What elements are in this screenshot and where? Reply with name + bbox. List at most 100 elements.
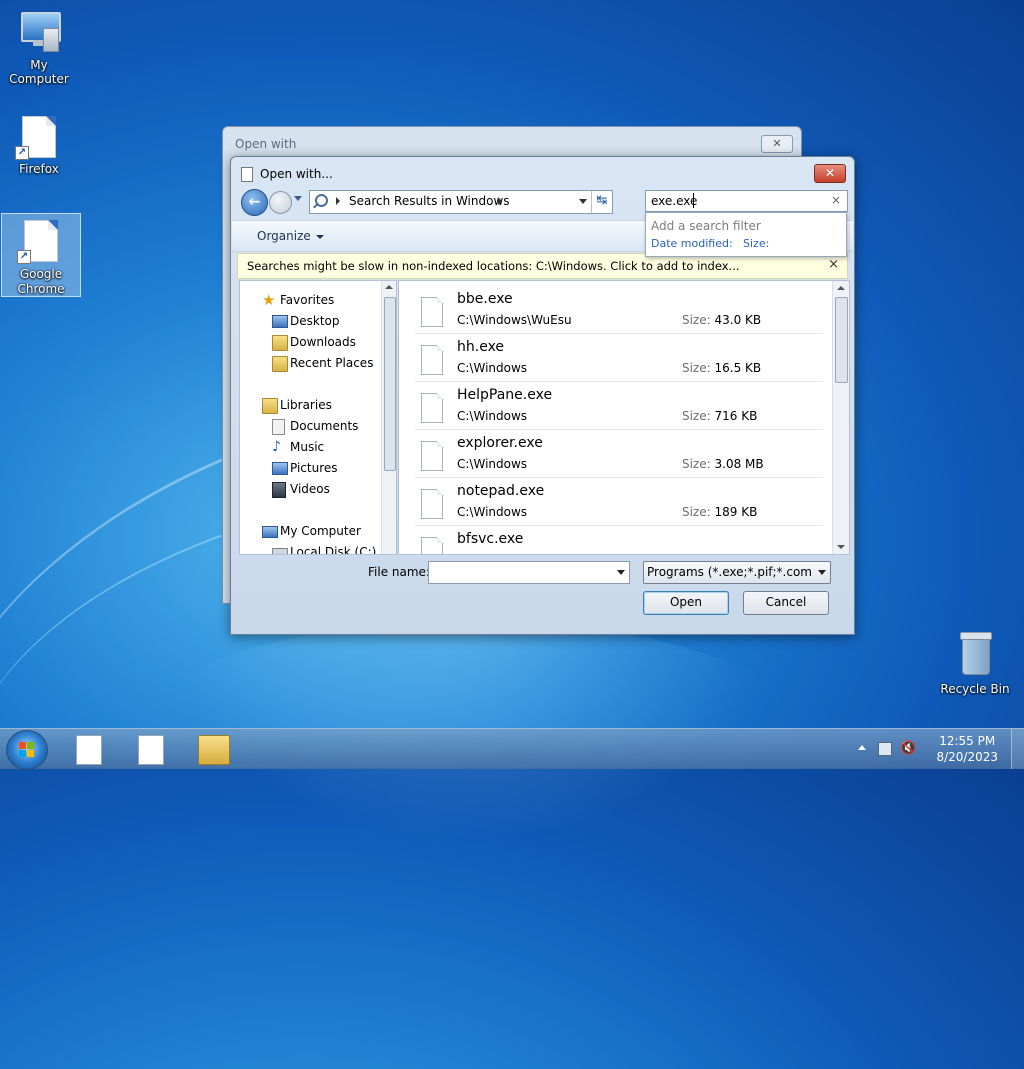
scroll-thumb[interactable] [384, 297, 396, 471]
scroll-down-icon[interactable] [837, 545, 845, 549]
show-desktop-button[interactable] [1011, 729, 1024, 769]
document-icon [241, 167, 253, 182]
size-value: 189 KB [714, 505, 758, 519]
show-hidden-icons-icon[interactable] [858, 745, 866, 750]
info-bar-text[interactable]: Searches might be slow in non-indexed lo… [247, 259, 740, 273]
star-icon: ★ [262, 291, 276, 309]
nav-label: Favorites [280, 293, 335, 307]
file-name: HelpPane.exe [457, 387, 553, 403]
results-scrollbar[interactable] [832, 281, 849, 554]
forward-button[interactable] [269, 191, 292, 214]
size-value: 16.5 KB [714, 361, 762, 375]
file-row[interactable]: HelpPane.exe C:\Windows Size: 716 KB [415, 382, 823, 430]
refresh-icon[interactable]: ↹ [591, 191, 612, 213]
desktop-icon-label: My Computer [9, 58, 69, 86]
nav-scrollbar[interactable] [381, 281, 396, 554]
libraries-icon [262, 398, 278, 414]
address-dropdown-icon[interactable] [576, 193, 590, 209]
start-button[interactable] [6, 730, 48, 770]
taskbar-document-icon[interactable] [138, 735, 164, 765]
file-path: C:\Windows [457, 505, 528, 519]
breadcrumb-search-results[interactable]: Search Results in Windows [349, 194, 510, 208]
volume-muted-icon[interactable]: 🔇 [900, 741, 916, 756]
file-type-select[interactable]: Programs (*.exe;*.pif;*.com;*.bat;*.cmd) [643, 561, 831, 584]
nav-label: Downloads [290, 335, 356, 349]
file-row[interactable]: bfsvc.exe [415, 526, 823, 554]
navigation-pane: ★ Favorites Desktop Downloads Recent Pla… [239, 280, 397, 555]
nav-item-videos[interactable]: Videos [272, 482, 330, 498]
cancel-button[interactable]: Cancel [743, 591, 829, 615]
file-path: C:\Windows\WuEsu [457, 313, 572, 327]
close-button[interactable]: ✕ [814, 164, 846, 183]
file-size: Size: 189 KB [682, 505, 757, 519]
clear-search-icon[interactable]: × [831, 193, 841, 207]
close-button[interactable]: ✕ [761, 135, 793, 153]
document-shortcut-icon: ↗ [17, 220, 61, 264]
file-path: C:\Windows [457, 409, 528, 423]
desktop-icon-firefox[interactable]: ↗ Firefox [0, 116, 78, 176]
nav-label: Videos [290, 482, 330, 496]
windows-logo-icon [19, 742, 35, 758]
scroll-up-icon[interactable] [837, 286, 845, 290]
nav-item-pictures[interactable]: Pictures [272, 461, 338, 475]
taskbar-document-icon[interactable] [76, 735, 102, 765]
clock[interactable]: 12:55 PM 8/20/2023 [936, 733, 998, 765]
desktop-icon-recycle-bin[interactable]: Recycle Bin [936, 630, 1014, 696]
nav-item-my-computer[interactable]: My Computer [262, 524, 361, 538]
file-row[interactable]: notepad.exe C:\Windows Size: 189 KB [415, 478, 823, 526]
file-name-input[interactable] [428, 561, 630, 584]
size-value: 3.08 MB [714, 457, 764, 471]
nav-item-documents[interactable]: Documents [272, 419, 359, 435]
nav-item-downloads[interactable]: Downloads [272, 335, 356, 351]
scroll-up-icon[interactable] [385, 285, 393, 289]
nav-item-recent-places[interactable]: Recent Places [272, 356, 374, 372]
organize-button[interactable]: Organize [257, 229, 324, 243]
videos-icon [272, 482, 286, 498]
nav-item-libraries[interactable]: Libraries [262, 398, 332, 414]
network-icon[interactable] [878, 742, 892, 756]
document-shortcut-icon: ↗ [15, 116, 59, 160]
info-bar-close-icon[interactable]: × [828, 257, 839, 272]
file-row[interactable]: explorer.exe C:\Windows Size: 3.08 MB [415, 430, 823, 478]
file-row[interactable]: hh.exe C:\Windows Size: 16.5 KB [415, 334, 823, 382]
nav-label: Documents [290, 419, 359, 433]
nav-item-music[interactable]: ♪ Music [272, 440, 324, 454]
file-path: C:\Windows [457, 457, 528, 471]
size-label: Size: [682, 361, 711, 375]
nav-item-local-disk[interactable]: Local Disk (C:) [272, 545, 376, 554]
breadcrumb-separator-icon[interactable] [336, 197, 340, 205]
file-name: hh.exe [457, 339, 505, 355]
recent-pages-dropdown-icon[interactable] [294, 196, 302, 201]
search-box[interactable]: exe.exe × [645, 190, 848, 212]
file-row[interactable]: bbe.exe C:\Windows\WuEsu Size: 43.0 KB [415, 286, 823, 334]
nav-item-desktop[interactable]: Desktop [272, 314, 340, 328]
desktop-icon-my-computer[interactable]: My Computer [0, 8, 78, 86]
desktop-icon-label: Firefox [19, 162, 59, 176]
taskbar-explorer-icon[interactable] [198, 735, 230, 765]
computer-icon [17, 8, 61, 52]
pictures-icon [272, 462, 288, 475]
size-label: Size: [682, 313, 711, 327]
search-input[interactable]: exe.exe [651, 194, 697, 208]
nav-label: Recent Places [290, 356, 374, 370]
chevron-down-icon[interactable] [617, 570, 625, 575]
back-button[interactable]: ← [241, 189, 268, 216]
desktop-icon-google-chrome[interactable]: ↗ Google Chrome [1, 213, 81, 297]
scroll-thumb[interactable] [835, 297, 848, 383]
desktop-icon [272, 315, 288, 328]
address-bar[interactable]: Search Results in Windows ↹ [309, 190, 613, 214]
open-button[interactable]: Open [643, 591, 729, 615]
dialog-titlebar: Open with... ✕ [231, 157, 854, 187]
file-icon [421, 489, 443, 519]
desktop-icon-label: Google Chrome [17, 267, 65, 296]
file-icon [421, 297, 443, 327]
size-value: 43.0 KB [714, 313, 762, 327]
filter-date-modified[interactable]: Date modified: [651, 237, 733, 250]
size-value: 716 KB [714, 409, 758, 423]
file-icon [421, 345, 443, 375]
filter-size[interactable]: Size: [743, 237, 769, 250]
file-name: bbe.exe [457, 291, 513, 307]
clock-time: 12:55 PM [939, 734, 996, 748]
nav-item-favorites[interactable]: ★ Favorites [262, 293, 335, 308]
breadcrumb-separator-icon[interactable] [498, 197, 502, 205]
